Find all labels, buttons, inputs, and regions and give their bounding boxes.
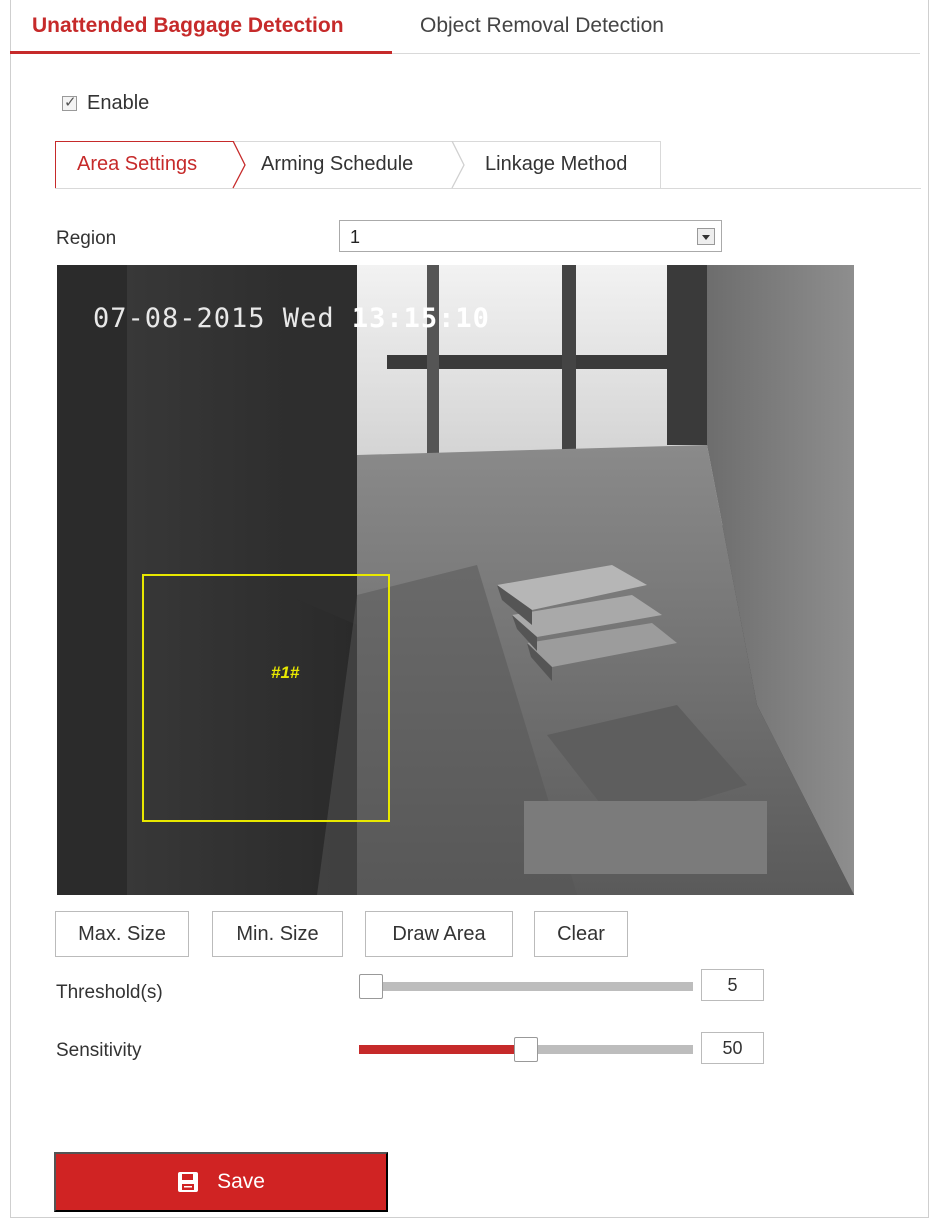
save-icon	[178, 1172, 199, 1192]
save-label: Save	[217, 1170, 265, 1193]
enable-label: Enable	[87, 91, 150, 114]
detection-zone[interactable]: #1#	[142, 574, 390, 822]
draw-area-button[interactable]: Draw Area	[365, 911, 513, 957]
region-label: Region	[56, 228, 117, 249]
subtab-arming-schedule[interactable]: Arming Schedule	[261, 153, 413, 176]
sensitivity-fill	[359, 1045, 526, 1054]
region-value: 1	[350, 227, 361, 247]
live-video-view[interactable]: 07-08-2015 Wed 13:15:10 #1#	[57, 265, 854, 895]
enable-checkbox[interactable]: ✓	[62, 93, 77, 111]
sensitivity-value-field[interactable]: 50	[701, 1032, 764, 1064]
min-size-button[interactable]: Min. Size	[212, 911, 343, 957]
detection-tabs: Unattended Baggage Detection Object Remo…	[10, 0, 920, 54]
threshold-slider[interactable]	[359, 974, 693, 999]
enable-row: ✓ Enable	[62, 90, 149, 116]
osd-time: 13:15:10	[351, 303, 490, 334]
save-button[interactable]: Save	[54, 1152, 388, 1212]
threshold-thumb[interactable]	[359, 974, 383, 999]
zone-label: #1#	[271, 663, 300, 682]
sensitivity-thumb[interactable]	[514, 1037, 538, 1062]
osd-date: 07-08-2015 Wed	[93, 303, 335, 334]
sensitivity-slider[interactable]	[359, 1037, 693, 1062]
chevron-down-icon[interactable]	[697, 228, 715, 245]
tab-object-removal[interactable]: Object Removal Detection	[420, 14, 664, 38]
region-select[interactable]: 1	[339, 220, 722, 252]
sensitivity-label: Sensitivity	[56, 1040, 142, 1061]
clear-button[interactable]: Clear	[534, 911, 628, 957]
video-timestamp-osd: 07-08-2015 Wed 13:15:10	[93, 303, 490, 334]
privacy-mask	[524, 801, 767, 874]
active-tab-underline	[10, 51, 392, 54]
threshold-value-field[interactable]: 5	[701, 969, 764, 1001]
tab-unattended-baggage[interactable]: Unattended Baggage Detection	[32, 14, 344, 38]
threshold-label: Threshold(s)	[56, 982, 163, 1003]
settings-subtabs: Area Settings Arming Schedule Linkage Me…	[55, 141, 921, 189]
max-size-button[interactable]: Max. Size	[55, 911, 189, 957]
checkmark-icon: ✓	[64, 93, 77, 111]
subtab-area-settings[interactable]: Area Settings	[77, 153, 197, 176]
subtab-linkage-method[interactable]: Linkage Method	[485, 153, 627, 176]
